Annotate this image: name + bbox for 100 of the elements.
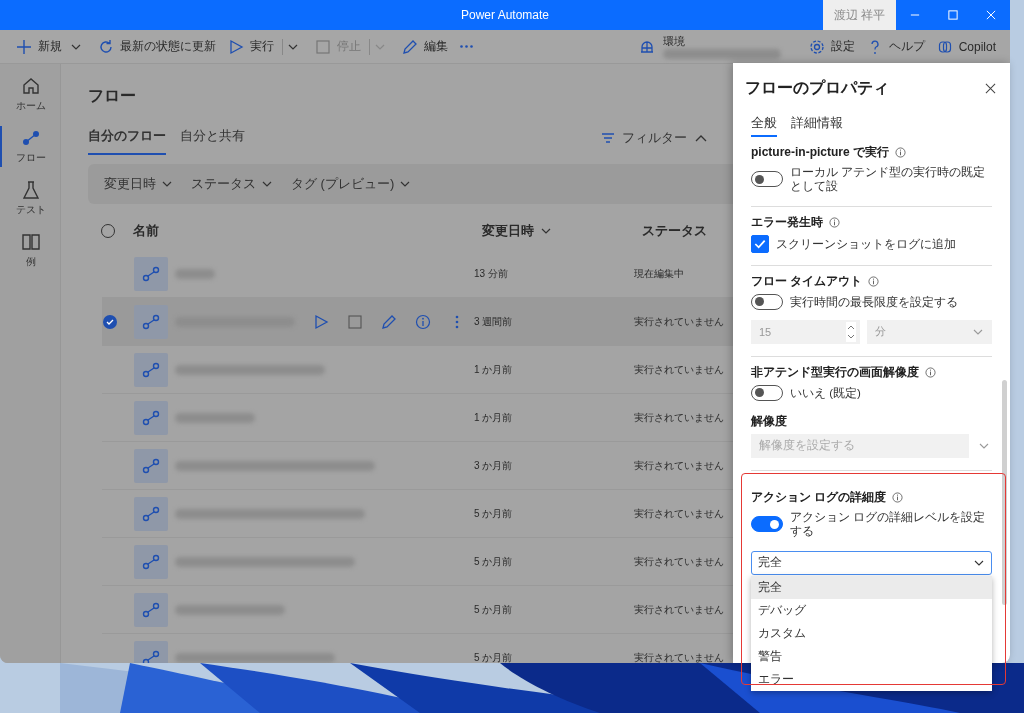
info-icon[interactable] [415,313,431,330]
tab[interactable]: 全般 [751,113,777,137]
flow-icon [134,592,168,627]
dropdown-option[interactable]: デバッグ [751,598,992,622]
dropdown-option[interactable]: 警告 [751,644,992,668]
table-cell: 実行されていません [634,458,724,473]
table-row[interactable]: 1 か月前 実行されていません [102,346,733,394]
log-level-dropdown[interactable]: 完全 [751,550,992,575]
edit-icon[interactable] [381,313,397,330]
user-name[interactable]: 渡辺 祥平 [822,0,896,30]
info-icon[interactable] [892,491,904,503]
stop-icon [315,38,331,55]
flow-icon [134,544,168,579]
toggle-label: ローカル アテンド型の実行時の既定として設 [790,165,987,194]
filter-button[interactable]: フィルター [594,128,715,148]
info-icon[interactable] [925,366,936,378]
section-heading: アクション ログの詳細度 [751,488,887,506]
table-row[interactable]: 3 週間前 実行されていません [102,298,733,346]
sidebar-item[interactable]: テスト [0,178,60,219]
refresh-icon [98,38,114,55]
info-icon[interactable] [829,216,840,228]
table-cell: 実行されていません [634,650,724,663]
table-row[interactable]: 5 か月前 実行されていません [102,634,733,663]
scrollbar[interactable] [1002,380,1007,605]
dropdown-option[interactable]: カスタム [751,621,992,645]
flow-icon [134,304,168,339]
tab[interactable]: 自分のフロー [88,121,166,155]
filter-dropdown[interactable]: タグ (プレビュー) [291,175,412,193]
table-cell: 現在編集中 [634,266,684,281]
flask-icon [21,180,41,200]
select-all-radio[interactable] [100,223,116,239]
flow-icon [134,256,168,291]
flow-icon [21,128,41,148]
filter-dropdown[interactable]: ステータス [191,175,273,193]
checkbox[interactable] [751,234,769,253]
toolbar-button[interactable]: Copilot [932,38,1000,55]
info-icon[interactable] [868,275,880,287]
window-title: Power Automate [460,8,550,22]
table-row[interactable]: 5 か月前 実行されていません [102,490,733,538]
run-icon[interactable] [313,313,329,330]
field-label: 解像度 [751,412,788,430]
table-cell-text: 1 か月前 [474,410,514,425]
table-cell-text: 5 か月前 [474,506,514,521]
toolbar-button[interactable]: 設定 [804,38,859,55]
table-cell-text: 5 か月前 [474,602,514,617]
info-icon[interactable] [895,147,906,158]
table-row[interactable]: 3 か月前 実行されていません [102,442,733,490]
table-row[interactable]: 5 か月前 実行されていません [102,586,733,634]
checked-circle-icon[interactable] [102,313,118,330]
column-header[interactable]: 名前 [133,222,482,240]
filter-icon [600,130,616,146]
flow-icon [134,496,168,531]
toolbar-button[interactable]: 最新の状態に更新 [94,38,220,55]
page-title: フロー [88,86,137,106]
flow-icon [134,448,168,483]
table-row[interactable]: 5 か月前 実行されていません [102,538,733,586]
pencil-icon [402,38,418,55]
copilot-icon [936,38,953,55]
globe-icon [638,38,655,55]
sidebar-item[interactable]: フロー [0,126,60,167]
section-heading: フロー タイムアウト [751,272,863,290]
toolbar-button[interactable]: 実行 [224,38,278,55]
column-header[interactable]: ステータス [642,222,707,240]
home-icon [21,76,41,96]
table-row[interactable]: 1 か月前 実行されていません [102,394,733,442]
toggle-label: アクション ログの詳細レベルを設定する [790,509,987,539]
sidebar-item[interactable]: 例 [0,230,60,271]
more-icon [460,45,473,48]
checkbox-label: スクリーンショットをログに追加 [776,236,956,251]
table-cell-text: 13 分前 [474,266,509,281]
section-heading: エラー発生時 [751,213,823,231]
filter-dropdown[interactable]: 変更日時 [104,175,173,193]
table-cell: 実行されていません [634,554,724,569]
table-cell: 実行されていません [634,506,724,521]
tab[interactable]: 自分と共有 [180,121,245,155]
toolbar-button[interactable]: ヘルプ [862,38,929,55]
toolbar-button[interactable]: 新規 [12,38,66,55]
table-cell-text: 3 か月前 [474,458,514,473]
sidebar-item[interactable]: ホーム [0,74,60,115]
environment-label: 環境 [662,34,686,49]
dropdown-option[interactable]: 完全 [751,575,992,599]
table-cell: 実行されていません [634,314,724,329]
toolbar-button[interactable]: 編集 [398,38,452,55]
table-cell-text: 5 か月前 [474,554,514,569]
table-cell: 実行されていません [634,362,724,377]
toggle-switch[interactable] [751,516,783,533]
toggle-label: いいえ (既定) [790,385,861,400]
section-heading: picture-in-picture で実行 [751,144,889,161]
close-icon[interactable] [985,82,996,94]
toggle-label: 実行時間の最長限度を設定する [790,294,958,309]
flow-icon [134,352,168,387]
table-cell-text: 1 か月前 [474,362,514,377]
table-cell-text: 3 週間前 [474,314,514,329]
settings-icon [808,38,825,55]
column-header[interactable]: 変更日時 [482,222,642,240]
book-icon [21,232,41,252]
section-heading: 非アテンド型実行の画面解像度 [751,363,919,381]
table-cell: 実行されていません [634,602,724,617]
table-cell-text: 5 か月前 [474,650,514,663]
tab[interactable]: 詳細情報 [791,113,843,137]
